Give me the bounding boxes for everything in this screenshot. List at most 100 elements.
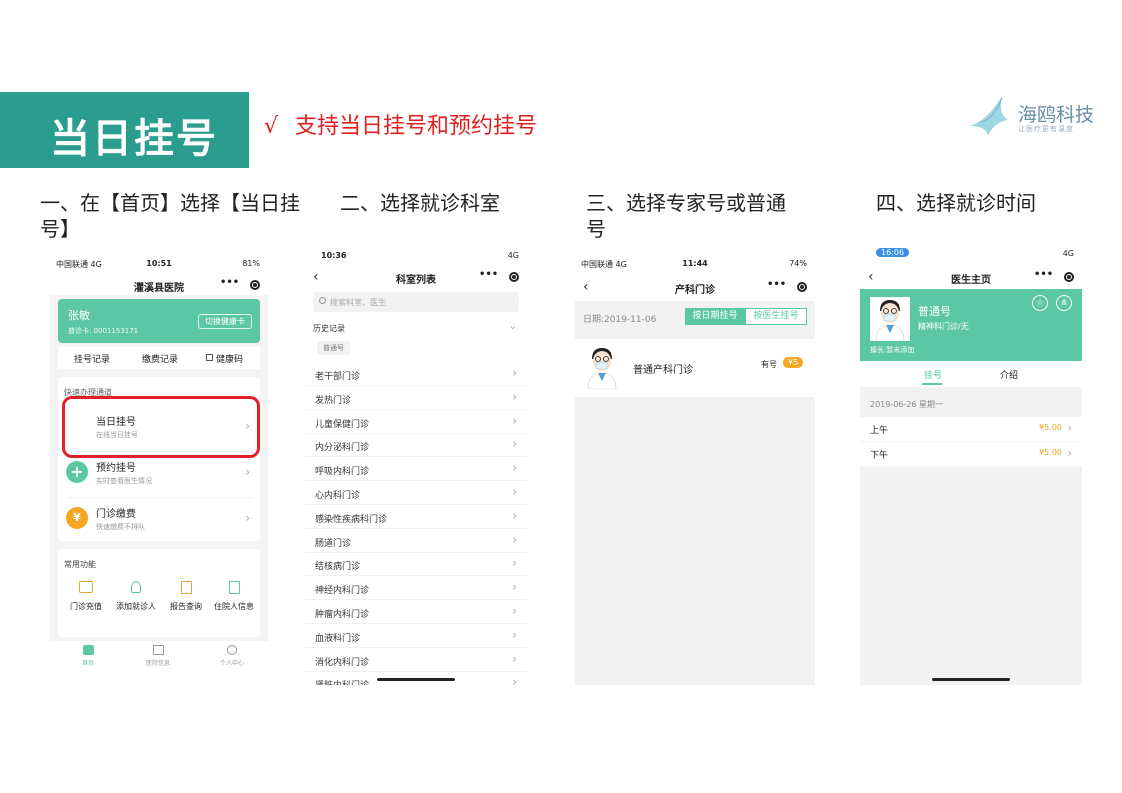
department-row[interactable]: 感染性疾病科门诊 › <box>305 506 527 529</box>
close-target-icon[interactable] <box>1064 272 1074 282</box>
step-1-caption: 一、在【首页】选择【当日挂 号】 <box>40 190 300 242</box>
tab-by-date[interactable]: 按日期挂号 <box>685 308 745 325</box>
bottom-tab-home[interactable]: 首页 <box>74 645 102 667</box>
slot-afternoon-label: 下午 <box>870 451 889 461</box>
department-row[interactable]: 儿童保健门诊 › <box>305 411 527 434</box>
tab-register-records[interactable]: 挂号记录 <box>74 352 110 365</box>
status-bar: 16:06 4G <box>860 245 1082 263</box>
feature-note: √ 支持当日挂号和预约挂号 <box>264 108 537 140</box>
doctor-avatar-icon <box>587 348 617 389</box>
share-icon[interactable]: ⋔ <box>1056 295 1072 311</box>
chevron-right-icon: › <box>1067 421 1072 435</box>
slot-morning-price: ¥5.00 <box>1039 423 1062 432</box>
department-row[interactable]: 心内科门诊 › <box>305 482 527 505</box>
department-row[interactable]: 血液科门诊 › <box>305 625 527 648</box>
menu-appointment[interactable]: + 预约挂号 实时查看医生情况 › <box>58 453 260 495</box>
clock-badge: 16:06 <box>876 248 910 257</box>
phone-department-list: 10:36 4G ‹ 科室列表 ••• 搜索科室、医生 历史记录 ⌄ 普通号 老… <box>305 247 527 685</box>
department-row[interactable]: 消化内科门诊 › <box>305 649 527 672</box>
home-indicator <box>377 678 455 681</box>
company-name: 海鸥科技 <box>1018 104 1095 126</box>
department-row[interactable]: 肠道门诊 › <box>305 530 527 553</box>
department-row[interactable]: 肿瘤内科门诊 › <box>305 601 527 624</box>
patient-name: 张敏 <box>68 309 90 322</box>
more-dots-icon[interactable]: ••• <box>479 269 498 280</box>
more-dots-icon[interactable]: ••• <box>1034 269 1053 280</box>
chevron-right-icon: › <box>512 604 517 618</box>
common-functions-panel: 常用功能 门诊充值 添加就诊人 报告查询 住院人信息 <box>58 549 260 637</box>
page-title: 当日挂号 <box>50 116 218 162</box>
slot-afternoon-price: ¥5.00 <box>1039 448 1062 457</box>
function-inpatient-label: 住院人信息 <box>214 602 254 611</box>
slot-morning[interactable]: 上午 ¥5.00 › <box>860 417 1082 441</box>
chevron-right-icon: › <box>512 627 517 642</box>
close-target-icon[interactable] <box>509 272 519 282</box>
mini-program-capsule[interactable]: ••• <box>1032 269 1076 285</box>
step-3-caption: 三、选择专家号或普通 号 <box>586 190 786 242</box>
function-recharge[interactable]: 门诊充值 <box>62 581 110 612</box>
nav-bar: ‹ 科室列表 ••• <box>305 267 527 289</box>
more-dots-icon[interactable]: ••• <box>767 279 786 290</box>
profile-tabs: 挂号 介绍 <box>860 361 1082 387</box>
department-row[interactable]: 呼吸内科门诊 › <box>305 458 527 482</box>
department-name: 结核病门诊 <box>315 562 361 573</box>
yen-circle-icon: ¥ <box>66 507 88 529</box>
function-inpatient-info[interactable]: 住院人信息 <box>208 581 260 612</box>
history-tag[interactable]: 普通号 <box>317 341 350 355</box>
status-bar: 10:36 4G <box>305 247 527 265</box>
patient-card[interactable]: 张敏 普诊卡: 0001153171 切换健康卡 <box>58 299 260 343</box>
favorite-star-icon[interactable]: ☆ <box>1032 295 1048 311</box>
tab-register[interactable]: 挂号 <box>924 368 942 381</box>
department-name: 心内科门诊 <box>315 491 361 501</box>
department-row[interactable]: 结核病门诊 › <box>305 553 527 577</box>
department-row[interactable]: 内分泌科门诊 › <box>305 434 527 458</box>
department-name: 肾脏内科门诊 <box>315 678 369 685</box>
department-row[interactable]: 老干部门诊 › <box>305 363 527 386</box>
department-name: 呼吸内科门诊 <box>315 467 370 478</box>
add-person-icon <box>131 581 141 593</box>
switch-card-button[interactable]: 切换健康卡 <box>198 314 252 329</box>
mini-program-capsule[interactable]: ••• <box>477 269 521 285</box>
mini-program-capsule[interactable]: ••• <box>765 279 809 295</box>
bottom-tab-profile-label: 个人中心 <box>219 660 244 667</box>
menu-payment-title: 门诊缴费 <box>96 509 136 520</box>
check-mark: √ <box>264 114 279 139</box>
department-name: 儿童保健门诊 <box>315 419 370 430</box>
search-box[interactable]: 搜索科室、医生 <box>313 292 519 312</box>
department-name: 神经内科门诊 <box>315 586 370 597</box>
chevron-right-icon: › <box>512 556 517 571</box>
more-dots-icon[interactable]: ••• <box>220 277 239 288</box>
highlight-box <box>62 396 260 458</box>
slot-afternoon[interactable]: 下午 ¥5.00 › <box>860 442 1082 466</box>
battery-text: 81% <box>242 259 260 268</box>
doctor-avatar <box>870 297 910 342</box>
clinic-item[interactable]: 普通产科门诊 有号 ¥5 <box>575 339 815 397</box>
divider <box>66 497 252 498</box>
menu-payment-sub: 快速缴费不排队 <box>96 523 145 531</box>
department-row[interactable]: 神经内科门诊 › <box>305 577 527 601</box>
doctor-department: 精神科门诊/无 <box>918 322 969 331</box>
menu-outpatient-payment[interactable]: ¥ 门诊缴费 快速缴费不排队 › <box>58 499 260 541</box>
chevron-right-icon: › <box>512 485 517 499</box>
close-target-icon[interactable] <box>797 282 807 292</box>
tab-health-code[interactable]: 健康码 <box>216 352 243 365</box>
bottom-tab-hospital[interactable]: 医院信息 <box>142 645 174 667</box>
mini-program-capsule[interactable]: ••• <box>218 277 262 293</box>
tab-payment-records[interactable]: 缴费记录 <box>142 352 178 365</box>
step-2-caption: 二、选择就诊科室 <box>340 191 500 215</box>
function-add-patient[interactable]: 添加就诊人 <box>112 581 160 612</box>
date-label: 日期:2019-11-06 <box>583 315 657 325</box>
chevron-right-icon: › <box>512 366 517 380</box>
tab-by-doctor[interactable]: 按医生挂号 <box>745 308 807 325</box>
chevron-down-icon[interactable]: ⌄ <box>509 321 517 332</box>
nav-bar: ‹ 产科门诊 ••• <box>575 277 815 299</box>
clock-text: 10:36 <box>321 251 347 260</box>
department-row[interactable]: 发热门诊 › <box>305 387 527 410</box>
availability-text: 有号 <box>761 360 777 369</box>
tab-intro[interactable]: 介绍 <box>1000 368 1018 381</box>
bottom-tab-profile[interactable]: 个人中心 <box>214 645 250 667</box>
report-icon <box>180 581 192 594</box>
close-target-icon[interactable] <box>250 280 260 290</box>
function-report[interactable]: 报告查询 <box>162 581 210 612</box>
chevron-right-icon: › <box>1067 446 1072 460</box>
